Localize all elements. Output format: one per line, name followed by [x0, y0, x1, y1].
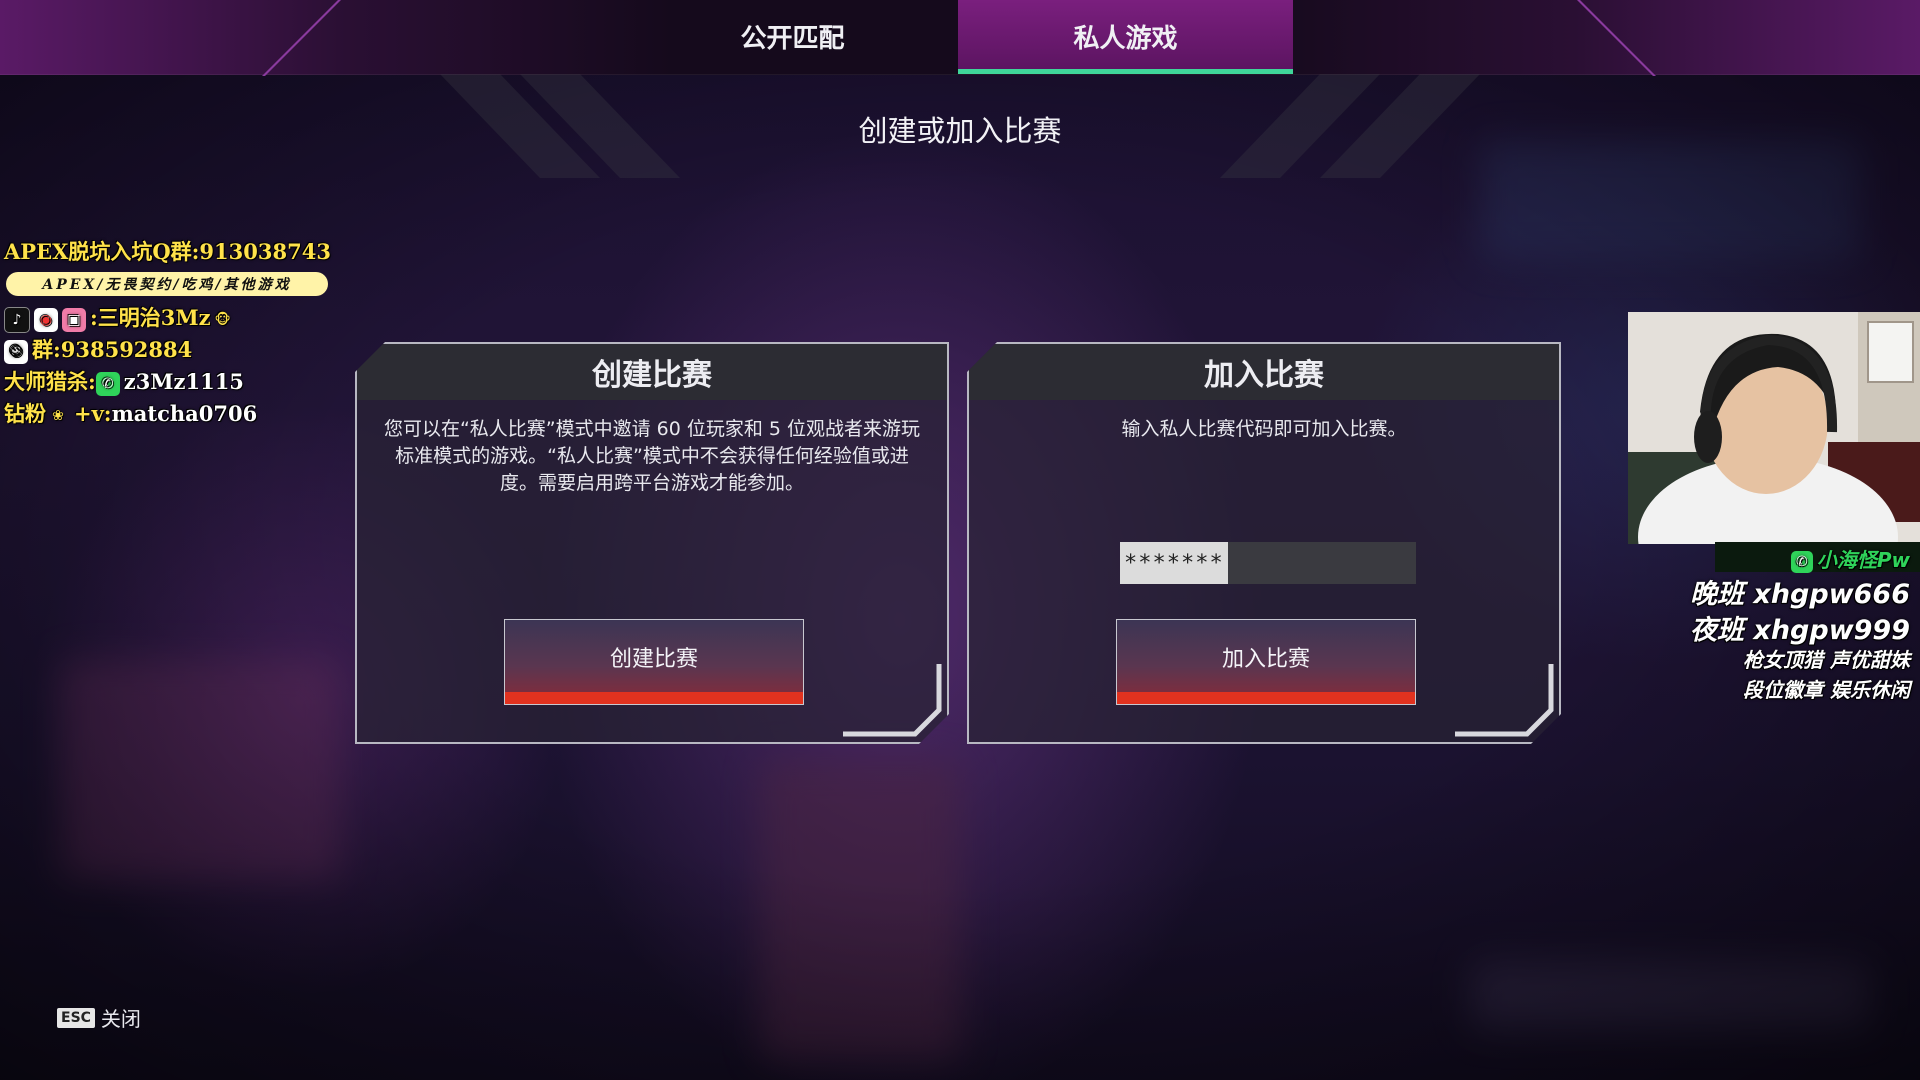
- overlay-diamond-line: 钻粉 ❀ +v:matcha0706: [4, 398, 257, 428]
- overlay-social-line: ♪ ◉ ▣:三明治3Mz 🐵: [4, 302, 239, 333]
- create-match-button-label: 创建比赛: [609, 647, 698, 672]
- tab-private-game[interactable]: 私人游戏: [958, 0, 1293, 74]
- esc-close-hint[interactable]: ESC 关闭: [57, 1003, 141, 1032]
- overlay-qq-group-line: APEX脱坑入坑Q群:913038743: [4, 239, 331, 264]
- overlay-games-pill: APEX/无畏契约/吃鸡/其他游戏: [6, 272, 328, 296]
- join-match-button[interactable]: 加入比赛: [1116, 619, 1416, 705]
- overlay-master-line: 大师猎杀: ✆ z3Mz1115: [4, 366, 244, 396]
- webcam-feed: [1628, 312, 1920, 544]
- monkey-emoji-icon: 🐵: [214, 311, 231, 328]
- create-match-description: 您可以在“私人比赛”模式中邀请 60 位玩家和 5 位观战者来游玩标准模式的游戏…: [383, 418, 921, 494]
- overlay-diamond-id: matcha0706: [111, 401, 258, 426]
- overlay-tagline-2: 段位徽章 娱乐休闲: [1743, 678, 1910, 702]
- wechat-icon: ✆: [95, 371, 120, 396]
- overlay-master-prefix: 大师猎杀:: [4, 369, 96, 394]
- top-bar-divider: [262, 0, 341, 76]
- match-code-field-bg: [1120, 542, 1416, 584]
- panel-corner-accent: [1455, 664, 1555, 738]
- overlay-wechat-name-text: 小海怪Pw: [1816, 548, 1910, 572]
- qq-penguin-icon: ☺: [4, 339, 28, 364]
- weibo-icon: ◉: [34, 307, 58, 332]
- top-bar-divider: [1577, 0, 1656, 76]
- tab-public-match[interactable]: 公开匹配: [690, 0, 895, 72]
- overlay-diamond-prefix: 钻粉: [4, 401, 46, 426]
- overlay-tagline-1: 枪女顶猎 声优甜妹: [1743, 648, 1910, 672]
- wechat-icon: ✆: [1790, 550, 1813, 573]
- diamond-fan-badge-icon: ❀: [52, 407, 64, 424]
- join-match-panel: 加入比赛 输入私人比赛代码即可加入比赛。 加入比赛: [967, 342, 1561, 744]
- top-nav-bar: 公开匹配 私人游戏: [0, 0, 1920, 76]
- join-match-description: 输入私人比赛代码即可加入比赛。: [1121, 418, 1407, 440]
- create-match-title: 创建比赛: [357, 344, 947, 400]
- overlay-qq-line: ☺ 群:938592884: [4, 334, 192, 364]
- bilibili-icon: ▣: [62, 307, 86, 332]
- overlay-master-id: z3Mz1115: [123, 369, 244, 394]
- overlay-handle-text: :三明治3Mz: [90, 305, 211, 330]
- join-match-title: 加入比赛: [969, 344, 1559, 400]
- button-accent-bar: [1117, 692, 1415, 704]
- overlay-wechat-name: ✆ 小海怪Pw: [1790, 544, 1910, 573]
- panel-corner-accent: [843, 664, 943, 738]
- esc-key-icon: ESC: [57, 1007, 95, 1028]
- match-code-input[interactable]: [1120, 542, 1228, 584]
- overlay-night-shift: 夜班 xhgpw999: [1690, 615, 1910, 646]
- tiktok-icon: ♪: [4, 306, 30, 333]
- join-match-button-label: 加入比赛: [1221, 647, 1310, 672]
- close-label: 关闭: [100, 1007, 141, 1031]
- page-title: 创建或加入比赛: [858, 114, 1062, 148]
- create-match-panel: 创建比赛 您可以在“私人比赛”模式中邀请 60 位玩家和 5 位观战者来游玩标准…: [355, 342, 949, 744]
- create-match-button[interactable]: 创建比赛: [504, 619, 804, 705]
- overlay-late-shift: 晚班 xhgpw666: [1690, 579, 1910, 610]
- overlay-qq-number: 群:938592884: [32, 337, 193, 362]
- button-accent-bar: [505, 692, 803, 704]
- overlay-diamond-mid: +v:: [74, 401, 112, 426]
